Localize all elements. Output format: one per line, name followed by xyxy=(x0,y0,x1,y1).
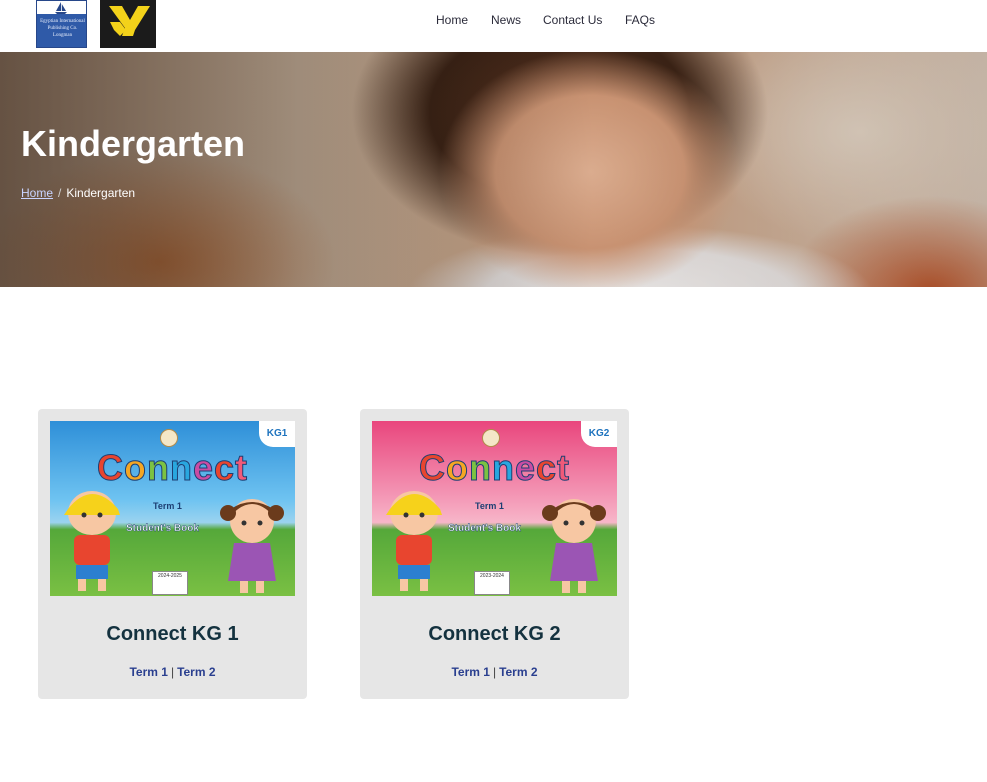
eip-logo-text: Egyptian International Publishing Co. Lo… xyxy=(40,19,85,38)
cover-book-label: Student's Book xyxy=(126,523,199,534)
kg-badge: KG1 xyxy=(259,421,295,447)
term-separator: | xyxy=(170,665,175,679)
sailboat-icon xyxy=(55,2,67,14)
breadcrumb-home-link[interactable]: Home xyxy=(21,186,53,200)
hero-banner: Kindergarten Home / Kindergarten xyxy=(0,52,987,287)
girl-illustration xyxy=(542,499,606,593)
emblem-icon xyxy=(482,429,500,447)
nav-news[interactable]: News xyxy=(491,12,531,28)
cover-term-label: Term 1 xyxy=(153,501,182,511)
page-title: Kindergarten xyxy=(21,123,246,164)
term-2-link[interactable]: Term 2 xyxy=(499,665,537,679)
course-title: Connect KG 2 xyxy=(428,623,561,645)
breadcrumb: Home / Kindergarten xyxy=(21,186,135,200)
y-logo[interactable] xyxy=(100,0,156,48)
course-card: KG2 Connect Term 1 Student's Book 2023-2… xyxy=(360,409,629,699)
term-1-link[interactable]: Term 1 xyxy=(129,665,167,679)
eip-longman-logo[interactable]: Egyptian International Publishing Co. Lo… xyxy=(36,0,87,48)
breadcrumb-current: Kindergarten xyxy=(66,186,136,200)
site-header: Egyptian International Publishing Co. Lo… xyxy=(0,0,987,52)
emblem-icon xyxy=(160,429,178,447)
book-cover-image[interactable]: KG1 Connect Term 1 Student's Book 2024-2… xyxy=(50,421,295,596)
breadcrumb-separator: / xyxy=(58,186,62,200)
boy-illustration xyxy=(386,491,442,591)
term-2-link[interactable]: Term 2 xyxy=(177,665,215,679)
cover-year-box: 2024-2025 xyxy=(152,571,188,595)
cover-book-label: Student's Book xyxy=(448,523,521,534)
y-letter-icon xyxy=(109,6,150,36)
course-card: KG1 Connect Term 1 Student's Book 2024-2… xyxy=(38,409,307,699)
term-links: Term 1 | Term 2 xyxy=(360,665,629,679)
course-title: Connect KG 1 xyxy=(106,623,239,645)
nav-faqs[interactable]: FAQs xyxy=(625,12,665,28)
boy-illustration xyxy=(64,491,120,591)
term-separator: | xyxy=(492,665,497,679)
kg-badge: KG2 xyxy=(581,421,617,447)
term-1-link[interactable]: Term 1 xyxy=(451,665,489,679)
nav-home[interactable]: Home xyxy=(436,12,476,28)
nav-contact-us[interactable]: Contact Us xyxy=(543,12,613,28)
cover-year-box: 2023-2024 xyxy=(474,571,510,595)
term-links: Term 1 | Term 2 xyxy=(38,665,307,679)
cover-term-label: Term 1 xyxy=(475,501,504,511)
girl-illustration xyxy=(220,499,284,593)
book-cover-image[interactable]: KG2 Connect Term 1 Student's Book 2023-2… xyxy=(372,421,617,596)
